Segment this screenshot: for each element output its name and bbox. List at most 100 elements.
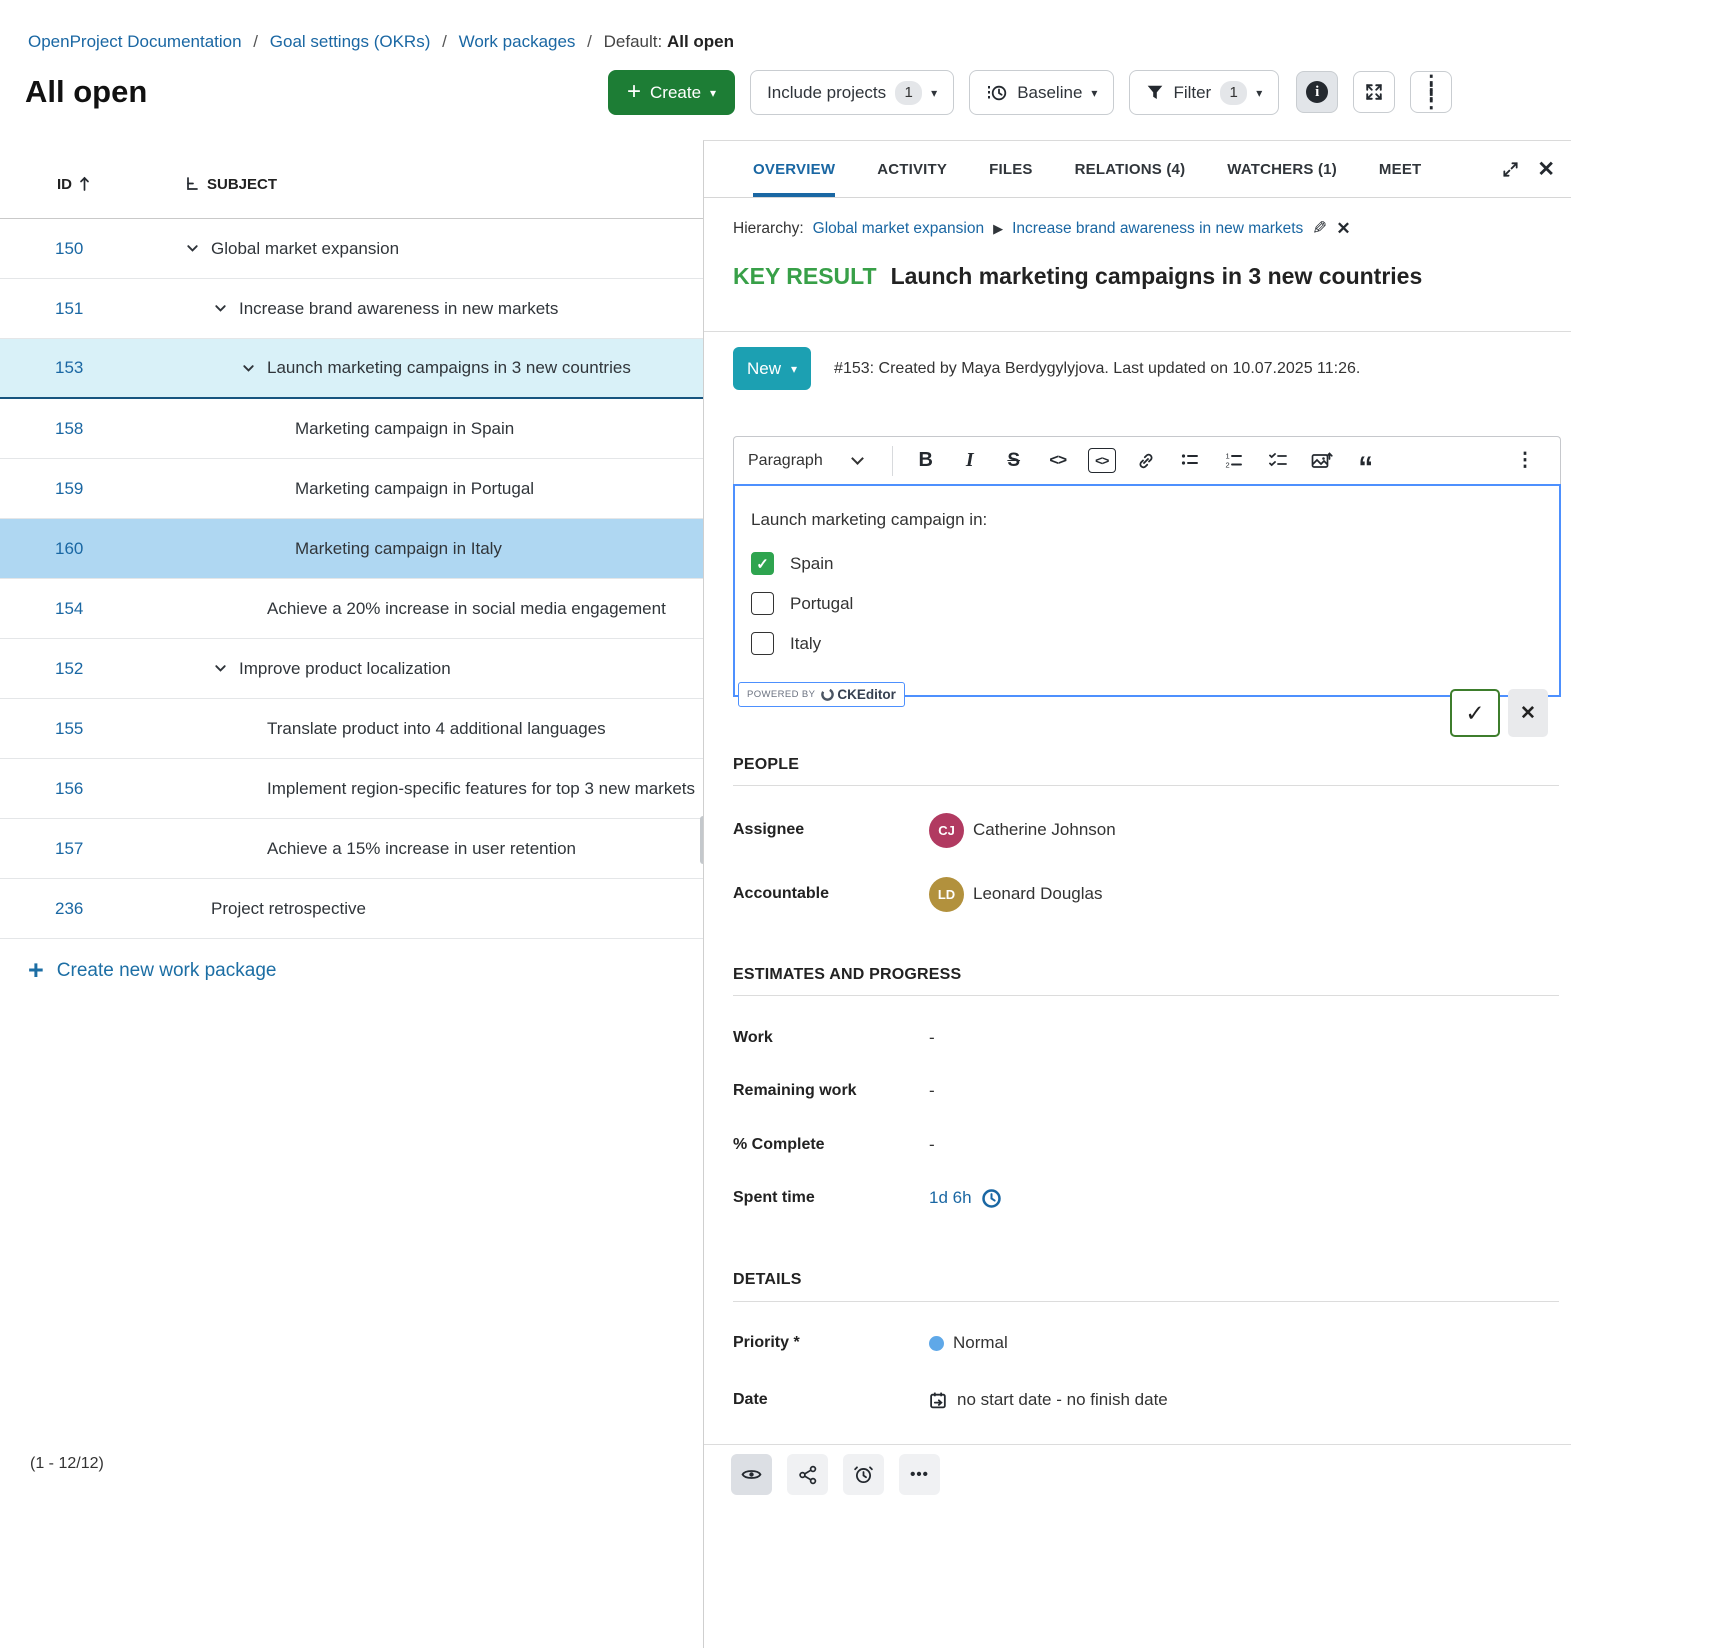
accountable-name[interactable]: Leonard Douglas (973, 884, 1102, 904)
collapse-chevron-icon[interactable] (241, 361, 267, 376)
reminder-button[interactable] (843, 1454, 884, 1495)
breadcrumb-link-project[interactable]: OpenProject Documentation (28, 32, 242, 51)
checklist-item-label[interactable]: Italy (790, 634, 821, 654)
watch-button[interactable] (731, 1454, 772, 1495)
work-row: Work - (733, 1021, 1551, 1055)
numbered-list-icon[interactable]: 12 (1213, 442, 1255, 480)
wp-subject[interactable]: Marketing campaign in Spain (295, 419, 514, 439)
filter-button[interactable]: Filter 1 ▾ (1129, 70, 1279, 115)
link-icon[interactable] (1125, 442, 1167, 480)
wp-id-link[interactable]: 154 (55, 599, 83, 618)
info-button[interactable]: i (1296, 71, 1338, 113)
log-time-clock-icon[interactable] (981, 1188, 1002, 1209)
close-panel-icon[interactable]: ✕ (1537, 157, 1555, 182)
hierarchy-parent-link[interactable]: Global market expansion (813, 220, 984, 238)
bold-icon[interactable]: B (905, 442, 947, 480)
svg-text:1: 1 (1225, 451, 1229, 460)
create-new-work-package-link[interactable]: + Create new work package (28, 957, 276, 984)
checkbox-unchecked-icon[interactable] (751, 632, 774, 655)
wp-id-link[interactable]: 156 (55, 779, 83, 798)
include-projects-button[interactable]: Include projects 1 ▾ (750, 70, 954, 115)
editor-content-area[interactable]: Launch marketing campaign in: ✓ Spain Po… (733, 484, 1561, 697)
assignee-value[interactable]: CJ Catherine Johnson (929, 813, 1116, 848)
wp-title[interactable]: Launch marketing campaigns in 3 new coun… (891, 263, 1423, 290)
percent-complete-value[interactable]: - (929, 1135, 935, 1155)
checkbox-unchecked-icon[interactable] (751, 592, 774, 615)
baseline-button[interactable]: Baseline ▾ (969, 70, 1114, 115)
fullscreen-button[interactable] (1353, 71, 1395, 113)
checklist-item-label[interactable]: Portugal (790, 594, 853, 614)
wp-id-link[interactable]: 236 (55, 899, 83, 918)
strikethrough-icon[interactable]: S (993, 442, 1035, 480)
wp-subject[interactable]: Global market expansion (211, 239, 399, 259)
remaining-work-value[interactable]: - (929, 1081, 935, 1101)
wp-subject[interactable]: Project retrospective (211, 899, 366, 919)
remove-hierarchy-icon[interactable]: ✕ (1336, 219, 1350, 239)
wp-id-link[interactable]: 158 (55, 419, 83, 438)
tab-watchers[interactable]: WATCHERS (1) (1227, 141, 1337, 197)
bulleted-list-icon[interactable] (1169, 442, 1211, 480)
hierarchy-child-link[interactable]: Increase brand awareness in new markets (1012, 220, 1303, 238)
wp-subject[interactable]: Achieve a 20% increase in social media e… (267, 599, 666, 619)
assignee-name[interactable]: Catherine Johnson (973, 820, 1116, 840)
more-menu-button[interactable]: ⋮⋮⋮ (1410, 71, 1452, 113)
paragraph-style-dropdown[interactable]: Paragraph (748, 452, 880, 470)
collapse-chevron-icon[interactable] (213, 301, 239, 316)
edit-hierarchy-icon[interactable]: ✎ (1312, 218, 1327, 239)
wp-id-link[interactable]: 152 (55, 659, 83, 678)
checkbox-checked-icon[interactable]: ✓ (751, 552, 774, 575)
share-button[interactable] (787, 1454, 828, 1495)
italic-icon[interactable]: I (949, 442, 991, 480)
divider (704, 331, 1571, 332)
code-block-icon[interactable]: <> (1081, 442, 1123, 480)
date-value[interactable]: no start date - no finish date (929, 1390, 1168, 1410)
wp-id-link[interactable]: 160 (55, 539, 83, 558)
wp-subject[interactable]: Translate product into 4 additional lang… (267, 719, 606, 739)
wp-subject[interactable]: Marketing campaign in Italy (295, 539, 502, 559)
page-title: All open (25, 74, 147, 110)
tab-relations[interactable]: RELATIONS (4) (1075, 141, 1186, 197)
create-button[interactable]: + Create ▾ (608, 70, 735, 115)
tab-meet[interactable]: MEET (1379, 141, 1421, 197)
checklist-item-label[interactable]: Spain (790, 554, 833, 574)
save-button[interactable]: ✓ (1450, 689, 1500, 737)
wp-id-link[interactable]: 159 (55, 479, 83, 498)
wp-id-link[interactable]: 150 (55, 239, 83, 258)
wp-id-link[interactable]: 155 (55, 719, 83, 738)
work-value[interactable]: - (929, 1028, 935, 1048)
enlarge-panel-icon[interactable] (1502, 161, 1519, 178)
wp-subject[interactable]: Marketing campaign in Portugal (295, 479, 534, 499)
wp-subject[interactable]: Increase brand awareness in new markets (239, 299, 558, 319)
more-actions-button[interactable]: ••• (899, 1454, 940, 1495)
wp-id-link[interactable]: 151 (55, 299, 83, 318)
breadcrumb-link-work-packages[interactable]: Work packages (459, 32, 576, 51)
collapse-chevron-icon[interactable] (185, 241, 211, 256)
wp-subject[interactable]: Implement region-specific features for t… (267, 779, 695, 799)
wp-id-link[interactable]: 153 (55, 358, 83, 377)
todo-list-icon[interactable] (1257, 442, 1299, 480)
status-button[interactable]: New ▾ (733, 347, 811, 390)
tab-overview[interactable]: OVERVIEW (753, 141, 835, 197)
percent-complete-label: % Complete (733, 1136, 929, 1154)
cancel-button[interactable]: ✕ (1508, 689, 1548, 737)
column-header-subject[interactable]: SUBJECT (185, 176, 277, 193)
share-icon (798, 1465, 818, 1485)
tab-files[interactable]: FILES (989, 141, 1033, 197)
insert-image-icon[interactable] (1301, 442, 1343, 480)
accountable-value[interactable]: LD Leonard Douglas (929, 877, 1102, 912)
breadcrumb-link-goal-settings[interactable]: Goal settings (OKRs) (270, 32, 431, 51)
editor-more-icon[interactable]: ⋮ (1504, 442, 1546, 480)
priority-value[interactable]: Normal (929, 1333, 1008, 1353)
tab-activity[interactable]: ACTIVITY (877, 141, 947, 197)
spent-time-link[interactable]: 1d 6h (929, 1188, 972, 1208)
status-row: New ▾ #153: Created by Maya Berdygylyjov… (733, 347, 1360, 390)
inline-code-icon[interactable]: <> (1037, 442, 1079, 480)
wp-subject[interactable]: Improve product localization (239, 659, 451, 679)
wp-id-link[interactable]: 157 (55, 839, 83, 858)
collapse-chevron-icon[interactable] (213, 661, 239, 676)
wp-subject[interactable]: Launch marketing campaigns in 3 new coun… (267, 358, 631, 378)
editor-paragraph[interactable]: Launch marketing campaign in: (751, 510, 1543, 530)
block-quote-icon[interactable]: “ (1345, 442, 1387, 480)
column-header-id[interactable]: ID (0, 176, 185, 193)
wp-subject[interactable]: Achieve a 15% increase in user retention (267, 839, 576, 859)
